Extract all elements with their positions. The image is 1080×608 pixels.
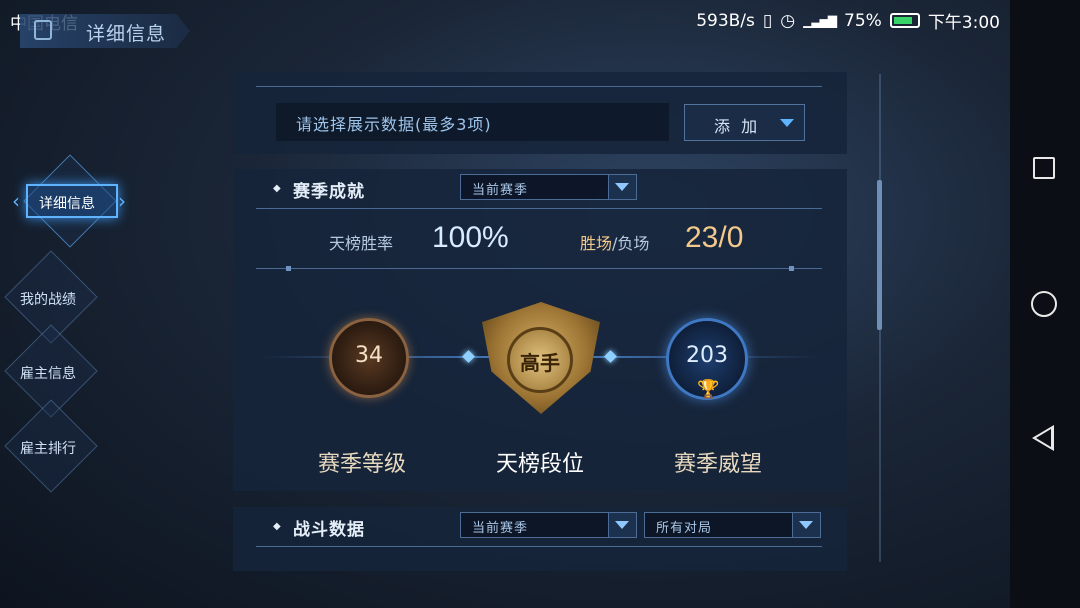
chevron-down-icon [799,521,813,529]
battle-data-title: 战斗数据 [293,520,365,540]
signal-icon: ▁▃▅▇ [803,13,837,28]
scrollbar-thumb[interactable] [877,180,882,330]
season-level-value: 34 [355,343,383,368]
win-rate-label: 天榜胜率 [329,234,394,253]
divider [256,86,822,87]
sidebar-item-employer-ranking[interactable]: 雇主排行 [20,438,76,458]
status-indicators: 593B/s ▯ ◷ ▁▃▅▇ 75% 下午3:00 [696,8,1000,34]
display-data-prompt: 请选择展示数据(最多3项) [296,115,492,134]
rank-value: 高手 [520,351,560,375]
divider-dot [789,266,794,271]
season-level-label: 赛季等级 [317,452,406,477]
chevron-down-icon [615,521,629,529]
notebook-icon [34,20,52,40]
divider-dot [286,266,291,271]
sidebar-item-label: 详细信息 [39,196,95,212]
network-speed: 593B/s [696,10,755,31]
clock: 下午3:00 [927,13,1000,33]
sidebar-item-employer-info[interactable]: 雇主信息 [20,363,76,383]
match-type-value: 所有对局 [656,521,713,536]
divider [256,268,822,269]
chevron-down-icon [615,183,629,191]
battle-season-value: 当前赛季 [472,521,529,536]
season-prestige-label: 赛季威望 [673,452,762,477]
divider [256,546,822,547]
win-loss-value: 23/0 [685,221,744,254]
chevron-left-icon: ‹ [12,189,20,213]
home-icon[interactable] [1031,291,1057,317]
add-data-label: 添 加 [714,117,761,136]
trophy-icon: 🏆 [697,379,720,400]
season-filter-value: 当前赛季 [472,183,529,198]
alarm-icon: ◷ [780,10,796,31]
sidebar-item-record[interactable]: 我的战绩 [20,289,76,309]
battery-icon [889,13,920,28]
season-achievement-title: 赛季成就 [293,182,365,202]
divider [256,208,822,209]
losses-label: /负场 [612,234,650,253]
bullet-icon: ◆ [273,521,281,532]
recent-apps-icon[interactable] [1033,157,1055,179]
dropdown-arrow-icon [780,119,794,127]
vibrate-icon: ▯ [762,10,773,31]
season-prestige-value: 203 [686,343,728,368]
rank-label: 天榜段位 [495,452,584,477]
back-icon[interactable] [1032,425,1054,451]
page-title: 详细信息 [86,23,167,45]
win-rate-value: 100% [432,221,509,254]
battery-percent: 75% [844,10,882,31]
wins-label: 胜场 [580,234,613,253]
chevron-right-icon: › [118,189,126,213]
bullet-icon: ◆ [273,183,281,194]
